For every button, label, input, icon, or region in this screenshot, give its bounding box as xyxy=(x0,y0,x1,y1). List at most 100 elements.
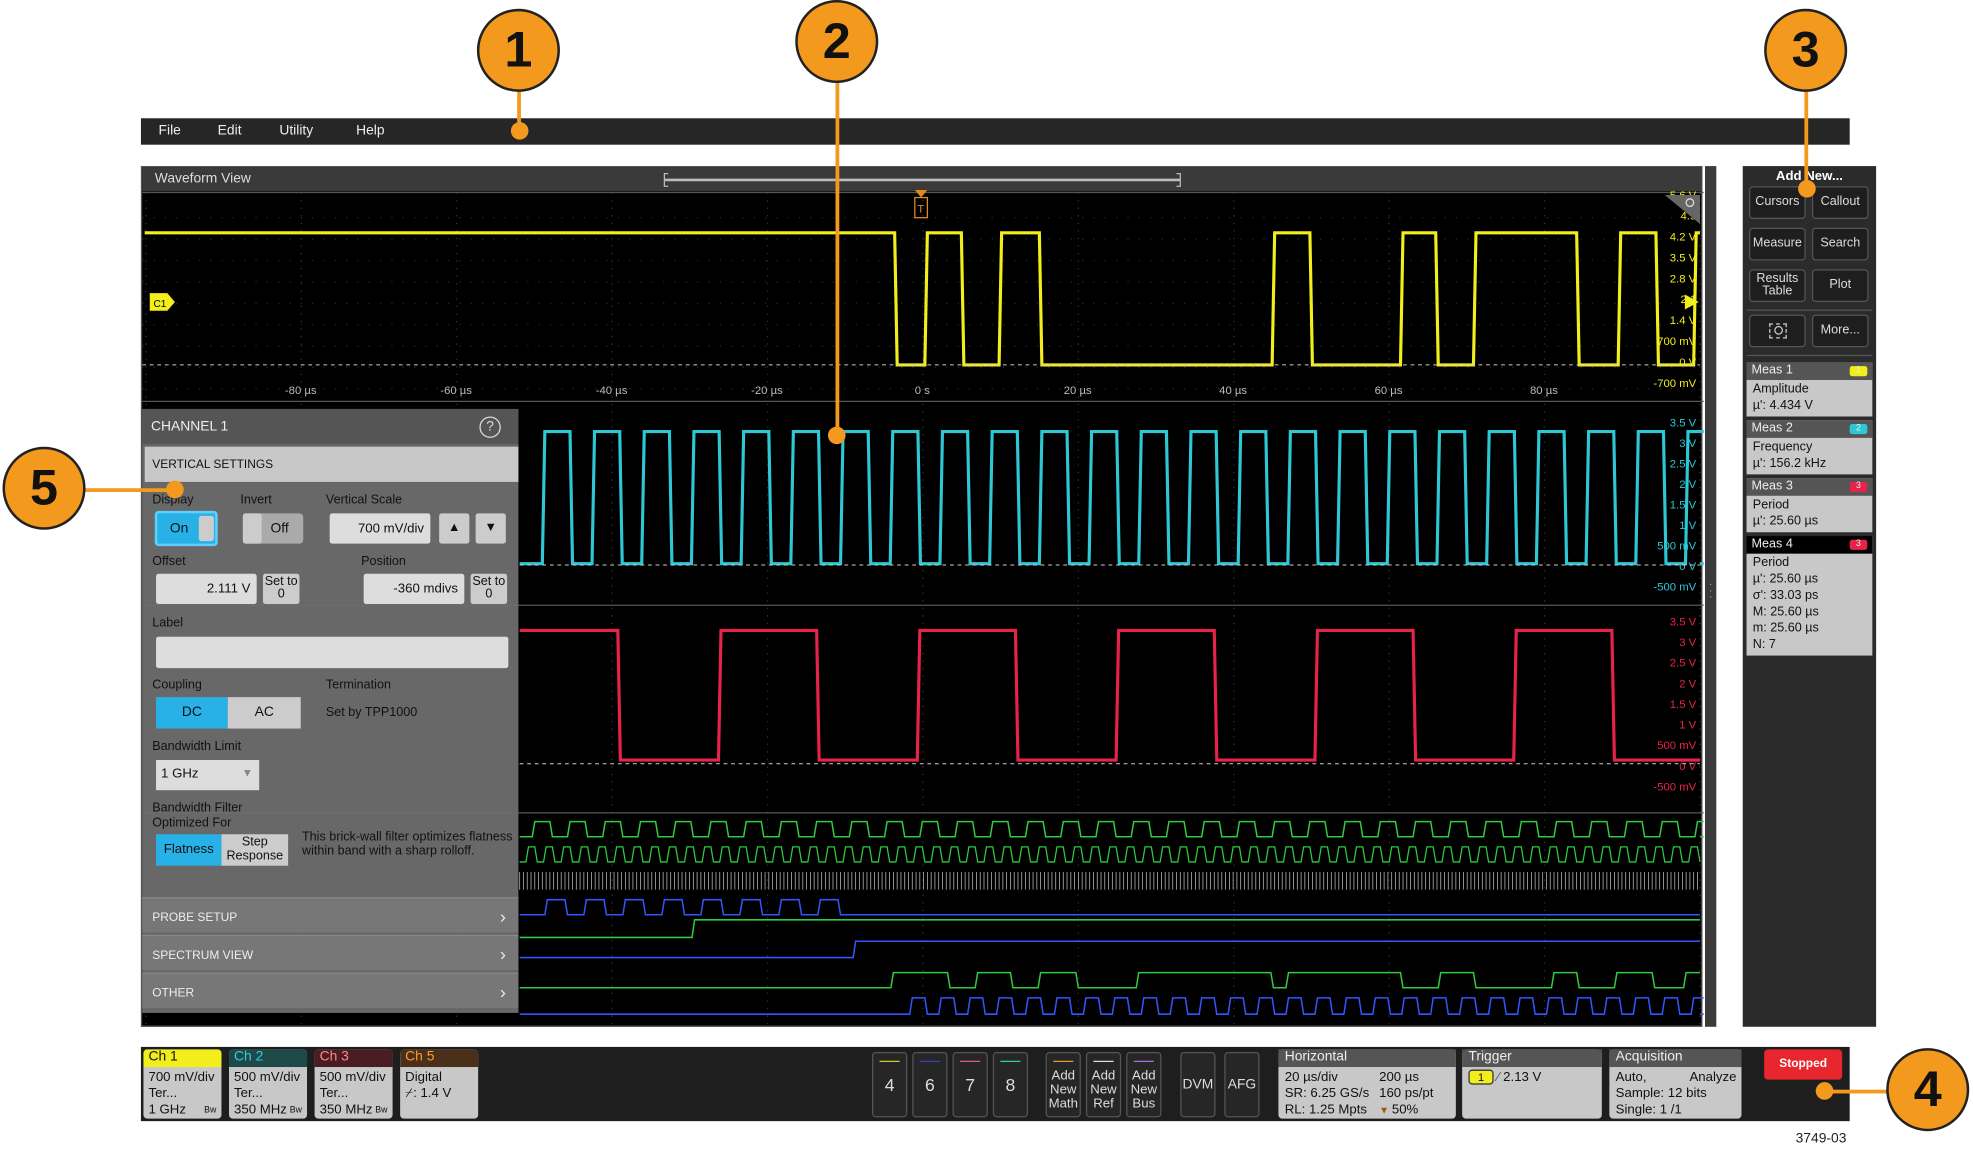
vertical-scale-field[interactable]: 700 mV/div xyxy=(329,513,431,544)
termination-label: Termination xyxy=(325,678,391,693)
search-button[interactable]: Search xyxy=(1811,227,1869,261)
ch1-marker-label: C1 xyxy=(154,299,167,310)
other-section[interactable]: OTHER › xyxy=(142,972,519,1008)
add-new-math-label: Add New Math xyxy=(1048,1067,1078,1111)
channel-7-button[interactable]: 7 xyxy=(952,1051,988,1118)
measurement-badge-3[interactable]: Meas 3 3 Period µ': 25.60 µs xyxy=(1746,478,1873,533)
channel-badge-ch2[interactable]: Ch 2 500 mV/div Ter... 350 MHz Bw xyxy=(229,1049,308,1119)
vertical-scale-label: 1.5 V xyxy=(1670,500,1697,512)
channel-8-button[interactable]: 8 xyxy=(992,1051,1029,1118)
label-input[interactable] xyxy=(156,636,509,669)
channel-badge-ch3[interactable]: Ch 3 500 mV/div Ter... 350 MHz Bw xyxy=(314,1049,393,1119)
vertical-scale-label: 3.5 V xyxy=(1670,616,1697,628)
chevron-right-icon: › xyxy=(499,943,506,964)
channel-badge-ch1[interactable]: Ch 1 700 mV/div Ter... 1 GHz Bw xyxy=(143,1049,222,1119)
settings-bar: Ch 1 700 mV/div Ter... 1 GHz Bw Ch 2 500 mV/di… xyxy=(140,1046,1850,1122)
horizontal-badge[interactable]: Horizontal 20 µs/div 200 µs SR: 6.25 GS/s… xyxy=(1278,1049,1456,1119)
scale-down-button[interactable]: ▼ xyxy=(475,513,506,544)
channel-badge-line: Ter... xyxy=(234,1085,263,1102)
vertical-scale-label: -500 mV xyxy=(1653,781,1696,793)
bandwidth-limit-icon: Bw xyxy=(289,1106,302,1115)
channel-badge-line: Ter... xyxy=(148,1085,178,1102)
label-label: Label xyxy=(152,616,184,631)
menu-help[interactable]: Help xyxy=(356,123,384,138)
sample-rate: SR: 6.25 GS/s xyxy=(1284,1085,1370,1102)
measurement-source-badge: 2 xyxy=(1849,424,1868,435)
scale-up-button[interactable]: ▲ xyxy=(439,513,470,544)
add-new-math-button[interactable]: Add New Math xyxy=(1045,1051,1081,1118)
zoom-box-button[interactable] xyxy=(1749,314,1806,348)
add-new-bus-button[interactable]: Add New Bus xyxy=(1126,1051,1162,1118)
channel-8-label: 8 xyxy=(1005,1074,1016,1095)
measurement-badge-1[interactable]: Meas 1 1 Amplitude µ': 4.434 V xyxy=(1746,362,1873,417)
run-stop-button[interactable]: Stopped xyxy=(1764,1049,1843,1080)
acquisition-sample: Sample: 12 bits xyxy=(1615,1085,1707,1102)
ch2-waveform xyxy=(519,430,1704,566)
channel-6-button[interactable]: 6 xyxy=(912,1051,948,1118)
results-table-button[interactable]: Results Table xyxy=(1749,269,1806,302)
waveform-scrollbar[interactable]: · · · xyxy=(1704,166,1717,1027)
offset-label: Offset xyxy=(152,554,186,569)
callout-2: 2 xyxy=(795,0,879,84)
time-tick-label: -60 µs xyxy=(440,385,472,397)
trigger-arrow-icon xyxy=(914,190,928,198)
acquisition-badge[interactable]: Acquisition Auto, Analyze Sample: 12 bits… xyxy=(1609,1049,1742,1119)
measurement-header: Meas 4 3 xyxy=(1746,536,1873,554)
vertical-scale-label: 1.4 V xyxy=(1670,315,1697,327)
channel-badge-name: Ch 2 xyxy=(229,1049,308,1068)
offset-field[interactable]: 2.111 V xyxy=(156,573,257,604)
acquisition-mode: Auto, xyxy=(1615,1069,1647,1085)
panel-title: CHANNEL 1 xyxy=(142,408,519,445)
add-new-ref-button[interactable]: Add New Ref xyxy=(1085,1051,1122,1118)
display-toggle[interactable]: On xyxy=(154,510,218,547)
more-button[interactable]: More... xyxy=(1811,314,1869,348)
measurement-value: N: 7 xyxy=(1752,637,1776,652)
bandwidth-limit-select[interactable]: 1 GHz ▼ xyxy=(156,760,260,791)
position-field[interactable]: -360 mdivs xyxy=(363,573,465,604)
callout-button[interactable]: Callout xyxy=(1811,186,1869,219)
position-set-to-0-button[interactable]: Set to 0 xyxy=(470,573,508,604)
menu-utility[interactable]: Utility xyxy=(279,123,313,138)
trigger-badge[interactable]: Trigger 1 ⁄ 2.13 V xyxy=(1462,1049,1602,1119)
trigger-source: 1 xyxy=(1468,1069,1494,1085)
time-tick-label: 0 s xyxy=(915,385,930,397)
spectrum-view-label: SPECTRUM VIEW xyxy=(152,948,254,963)
menu-file[interactable]: File xyxy=(159,123,181,138)
spectrum-view-section[interactable]: SPECTRUM VIEW › xyxy=(142,934,519,971)
probe-setup-section[interactable]: PROBE SETUP › xyxy=(142,897,519,933)
offset-set-to-0-button[interactable]: Set to 0 xyxy=(262,573,300,604)
chevron-right-icon: › xyxy=(499,905,506,927)
measure-button[interactable]: Measure xyxy=(1749,227,1806,261)
time-tick-label: 80 µs xyxy=(1530,385,1558,397)
measurement-badge-2[interactable]: Meas 2 2 Frequency µ': 156.2 kHz xyxy=(1746,420,1873,475)
dvm-button[interactable]: DVM xyxy=(1180,1051,1216,1118)
vertical-scale-label: 700 mV xyxy=(1657,336,1696,348)
measurement-badge-4[interactable]: Meas 4 3 Period µ': 25.60 µs σ': 33.03 ps M: … xyxy=(1746,536,1873,656)
bandwidth-filter-label: Bandwidth Filter Optimized For xyxy=(152,801,243,831)
measurement-value: µ': 156.2 kHz xyxy=(1752,456,1827,471)
afg-button[interactable]: AFG xyxy=(1224,1051,1260,1118)
zoom-box-icon xyxy=(1768,323,1787,339)
invert-toggle[interactable]: Off xyxy=(242,513,304,544)
dropdown-arrow-icon: ▼ xyxy=(241,766,253,779)
channel-4-button[interactable]: 4 xyxy=(872,1051,908,1118)
filter-flatness[interactable]: Flatness xyxy=(156,834,222,866)
menu-edit[interactable]: Edit xyxy=(218,123,242,138)
filter-step-response[interactable]: Step Response xyxy=(221,834,289,866)
bandwidth-limit-value: 1 GHz xyxy=(161,766,199,782)
time-tick-label: 40 µs xyxy=(1219,385,1247,397)
display-toggle-label: On xyxy=(169,520,189,537)
measurement-header: Meas 2 2 xyxy=(1746,420,1873,438)
channel-badge-ch5[interactable]: Ch 5 Digital ⌿: 1.4 V xyxy=(400,1049,479,1119)
bandwidth-limit-icon: Bw xyxy=(375,1106,388,1115)
trigger-level: 2.13 V xyxy=(1503,1069,1542,1085)
coupling-ac[interactable]: AC xyxy=(227,697,301,729)
coupling-dc[interactable]: DC xyxy=(156,697,228,729)
horizontal-duration: 200 µs xyxy=(1379,1069,1420,1085)
cursors-button[interactable]: Cursors xyxy=(1749,186,1806,219)
vertical-scale-label: -500 mV xyxy=(1653,582,1696,594)
help-icon[interactable]: ? xyxy=(479,416,501,438)
invert-toggle-label: Off xyxy=(270,520,289,537)
vertical-settings-header[interactable]: VERTICAL SETTINGS xyxy=(144,446,519,482)
plot-button[interactable]: Plot xyxy=(1811,269,1869,302)
